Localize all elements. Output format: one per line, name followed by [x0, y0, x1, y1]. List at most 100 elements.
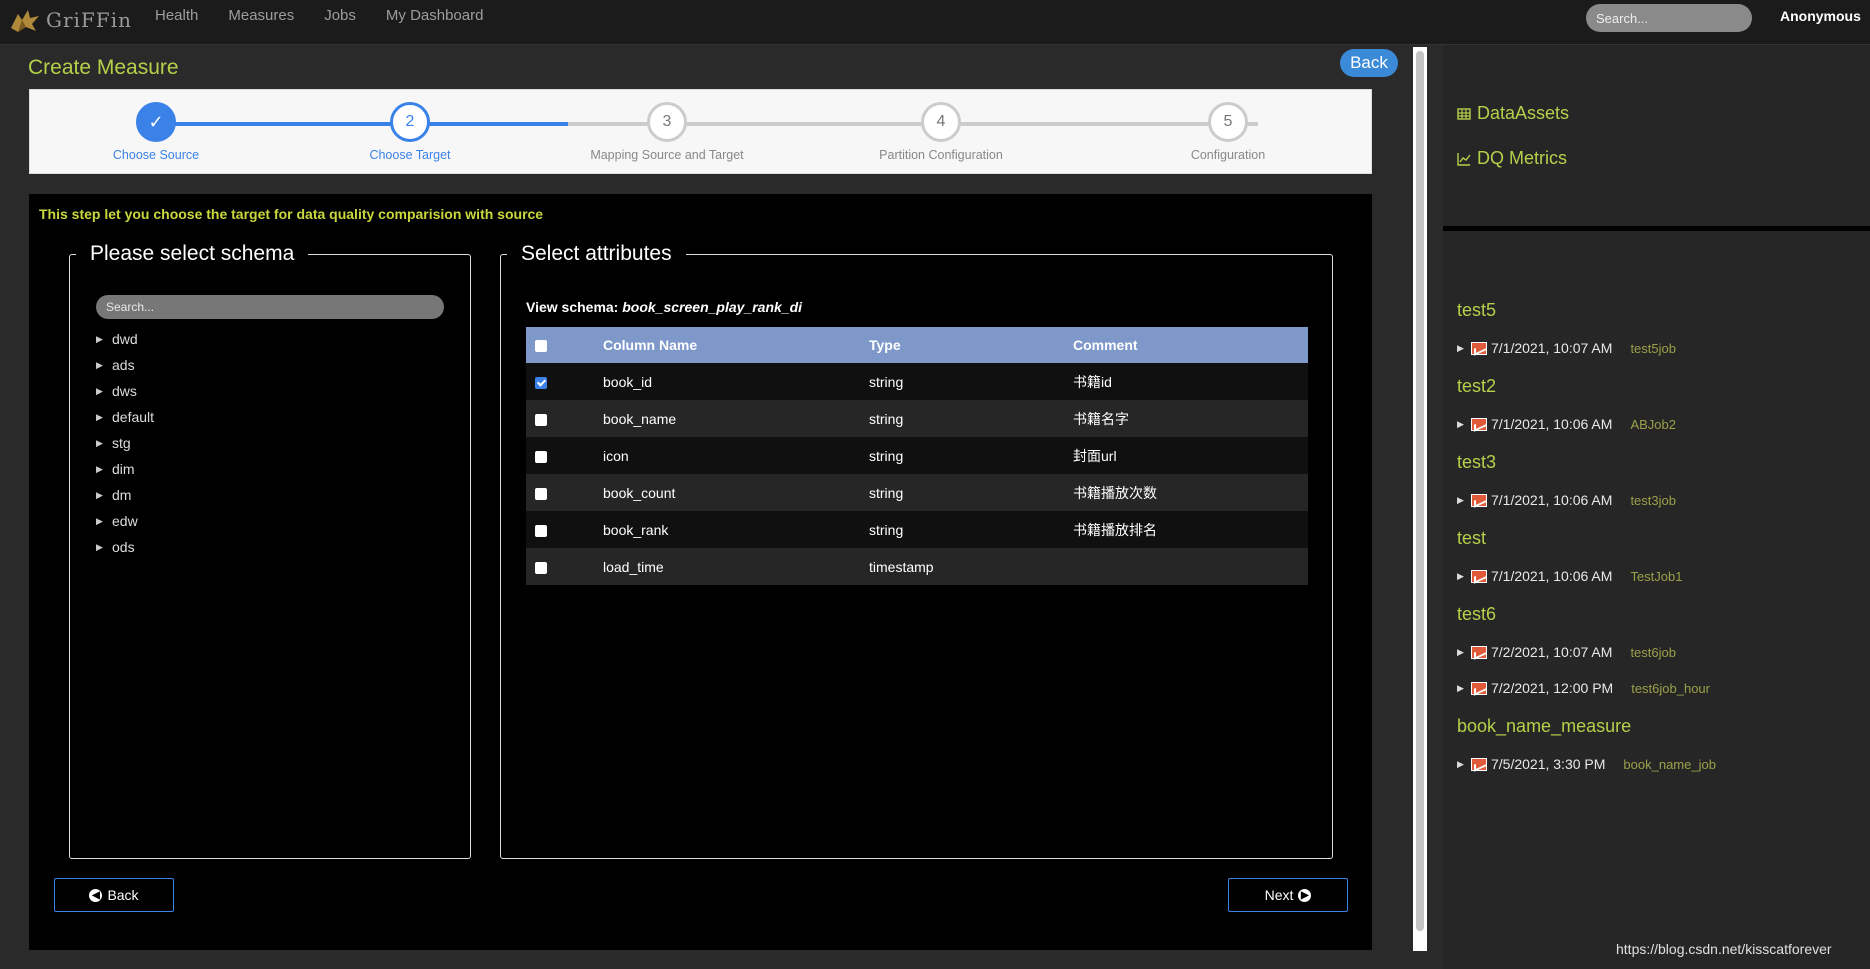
job-row[interactable]: ▶ 7/1/2021, 10:06 AM TestJob1: [1457, 568, 1682, 584]
table-row[interactable]: book_id string 书籍id: [526, 363, 1308, 400]
back-button-label: Back: [107, 887, 139, 903]
cell-type: string: [869, 410, 904, 427]
job-row[interactable]: ▶ 7/2/2021, 10:07 AM test6job: [1457, 644, 1676, 660]
step-1[interactable]: ✓ Choose Source: [56, 102, 256, 162]
tree-item-dim[interactable]: ▶ dim: [96, 456, 154, 482]
area-chart-icon: [1471, 757, 1487, 771]
expand-caret-icon: ▶: [1457, 646, 1464, 657]
tree-item-ods[interactable]: ▶ ods: [96, 534, 154, 560]
step-2[interactable]: 2 Choose Target: [310, 102, 510, 162]
cell-comment: 书籍播放次数: [1073, 484, 1157, 501]
tree-item-label: dm: [112, 487, 132, 503]
row-checkbox[interactable]: [535, 524, 547, 537]
main-scrollbar[interactable]: [1413, 47, 1427, 951]
job-date: 7/5/2021, 3:30 PM: [1491, 756, 1606, 772]
griffin-logo[interactable]: GriFFin: [8, 4, 132, 36]
cell-type: timestamp: [869, 558, 934, 575]
select-all-checkbox[interactable]: [535, 340, 547, 353]
table-row[interactable]: book_rank string 书籍播放排名: [526, 511, 1308, 548]
row-checkbox[interactable]: [535, 487, 547, 500]
step-4-circle: 4: [921, 102, 961, 142]
job-row[interactable]: ▶ 7/5/2021, 3:30 PM book_name_job: [1457, 756, 1716, 772]
table-row[interactable]: book_name string 书籍名字: [526, 400, 1308, 437]
expand-caret-icon: ▶: [1457, 682, 1464, 693]
tree-item-ads[interactable]: ▶ ads: [96, 352, 154, 378]
row-checkbox[interactable]: [535, 561, 547, 574]
job-name: test5job: [1630, 340, 1676, 356]
job-row[interactable]: ▶ 7/1/2021, 10:06 AM test3job: [1457, 492, 1676, 508]
attributes-box: Select attributes View schema: book_scre…: [500, 242, 1333, 859]
job-row[interactable]: ▶ 7/2/2021, 12:00 PM test6job_hour: [1457, 680, 1710, 696]
view-schema-name: book_screen_play_rank_di: [622, 299, 803, 315]
expand-caret-icon: ▶: [96, 515, 103, 526]
user-menu[interactable]: Anonymous: [1780, 8, 1861, 24]
table-row[interactable]: book_count string 书籍播放次数: [526, 474, 1308, 511]
job-row[interactable]: ▶ 7/1/2021, 10:07 AM test5job: [1457, 340, 1676, 356]
step-panel: This step let you choose the target for …: [29, 194, 1372, 950]
schema-legend: Please select schema: [90, 242, 295, 265]
measure-title-test3[interactable]: test3: [1457, 452, 1496, 473]
measure-title-book-name-measure[interactable]: book_name_measure: [1457, 716, 1631, 737]
row-checkbox[interactable]: [535, 376, 547, 389]
nav-health[interactable]: Health: [155, 7, 198, 24]
step-4[interactable]: 4 Partition Configuration: [841, 102, 1041, 162]
tree-item-label: dwd: [112, 331, 138, 347]
row-checkbox[interactable]: [535, 413, 547, 426]
schema-search-input[interactable]: [96, 295, 444, 319]
job-row[interactable]: ▶ 7/1/2021, 10:06 AM ABJob2: [1457, 416, 1676, 432]
sidebar-link-dq-metrics[interactable]: DQ Metrics: [1457, 148, 1567, 169]
tree-item-default[interactable]: ▶ default: [96, 404, 154, 430]
step-hint: This step let you choose the target for …: [39, 206, 544, 222]
scrollbar-thumb[interactable]: [1416, 51, 1424, 931]
next-button[interactable]: Next ▶: [1228, 878, 1348, 912]
attributes-table: Column Name Type Comment book_id string …: [526, 327, 1308, 585]
header-comment[interactable]: Comment: [1073, 327, 1308, 363]
measure-title-test6[interactable]: test6: [1457, 604, 1496, 625]
step-1-circle: ✓: [136, 102, 176, 142]
top-navbar: GriFFin Health Measures Jobs My Dashboar…: [0, 0, 1870, 45]
cell-column-name: book_id: [603, 373, 653, 390]
cell-column-name: book_count: [603, 484, 676, 501]
tree-item-stg[interactable]: ▶ stg: [96, 430, 154, 456]
tree-item-dm[interactable]: ▶ dm: [96, 482, 154, 508]
table-row[interactable]: load_time timestamp: [526, 548, 1308, 585]
area-chart-icon: [1471, 417, 1487, 431]
tree-item-label: edw: [112, 513, 138, 529]
nav-measures[interactable]: Measures: [228, 7, 294, 24]
tree-item-label: stg: [112, 435, 131, 451]
measure-title-test2[interactable]: test2: [1457, 376, 1496, 397]
nav-jobs[interactable]: Jobs: [324, 7, 356, 24]
view-schema-prefix: View schema:: [526, 299, 619, 315]
back-button[interactable]: ◀ Back: [54, 878, 174, 912]
attributes-legend: Select attributes: [521, 242, 672, 265]
step-5[interactable]: 5 Configuration: [1128, 102, 1328, 162]
tree-item-dws[interactable]: ▶ dws: [96, 378, 154, 404]
tree-item-edw[interactable]: ▶ edw: [96, 508, 154, 534]
row-checkbox-cell: [526, 437, 603, 474]
row-checkbox[interactable]: [535, 450, 547, 463]
header-column-name[interactable]: Column Name: [603, 327, 869, 363]
table-row[interactable]: icon string 封面url: [526, 437, 1308, 474]
cell-comment: [1073, 548, 1308, 585]
sidebar-link-dataassets[interactable]: DataAssets: [1457, 103, 1569, 124]
back-top-button[interactable]: Back: [1340, 49, 1398, 77]
tree-item-dwd[interactable]: ▶ dwd: [96, 326, 154, 352]
cell-type: string: [869, 521, 904, 538]
cell-comment: 书籍名字: [1073, 410, 1129, 427]
logo-text: GriFFin: [46, 8, 132, 32]
area-chart-icon: [1471, 569, 1487, 583]
header-type[interactable]: Type: [869, 327, 1073, 363]
nav-my-dashboard[interactable]: My Dashboard: [386, 7, 484, 24]
step-3[interactable]: 3 Mapping Source and Target: [567, 102, 767, 162]
expand-caret-icon: ▶: [96, 333, 103, 344]
row-checkbox-cell: [526, 548, 603, 585]
top-search-input[interactable]: [1586, 4, 1752, 32]
expand-caret-icon: ▶: [1457, 758, 1464, 769]
step-4-label: Partition Configuration: [879, 148, 1003, 162]
measure-title-test5[interactable]: test5: [1457, 300, 1496, 321]
measure-title-test[interactable]: test: [1457, 528, 1486, 549]
job-date: 7/1/2021, 10:06 AM: [1491, 416, 1613, 432]
job-name: ABJob2: [1630, 416, 1676, 432]
expand-caret-icon: ▶: [96, 437, 103, 448]
expand-caret-icon: ▶: [96, 489, 103, 500]
